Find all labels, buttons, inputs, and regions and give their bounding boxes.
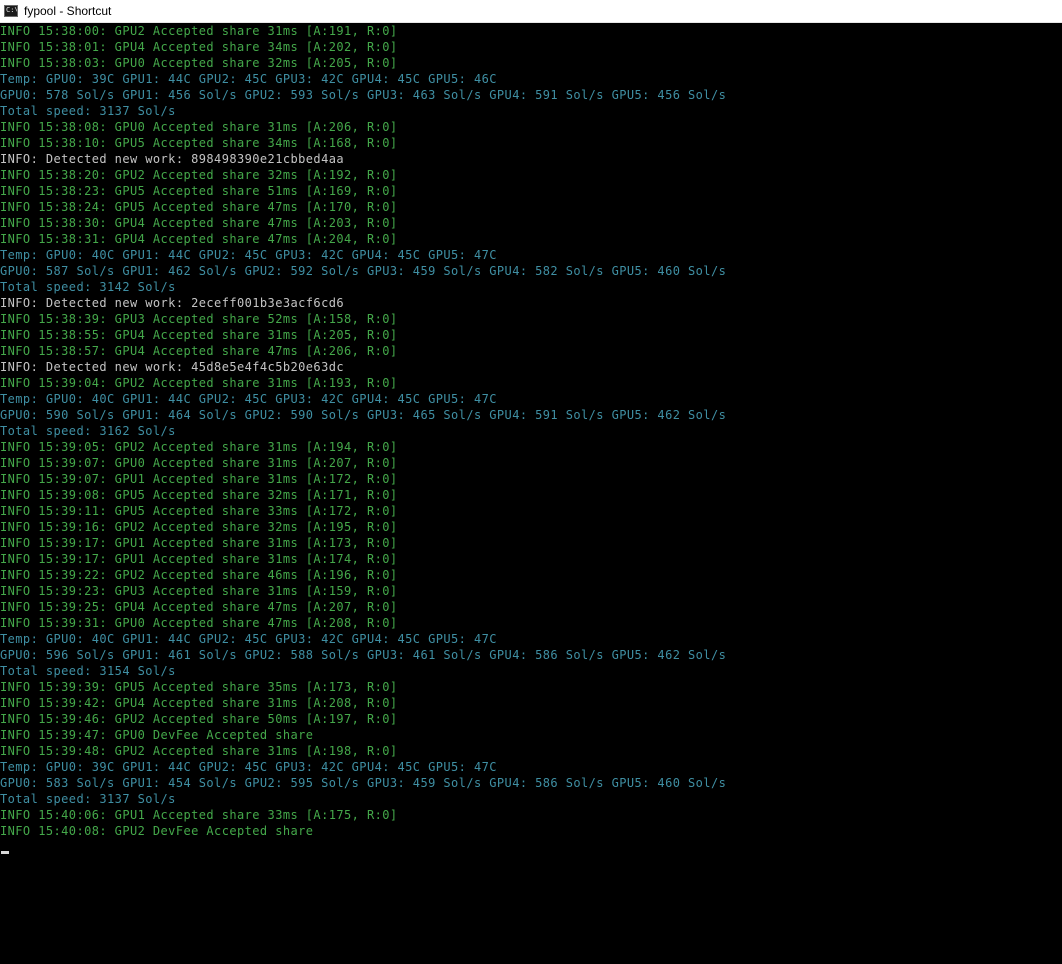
log-line-share: INFO 15:39:17: GPU1 Accepted share 31ms … xyxy=(0,536,398,550)
text-cursor xyxy=(1,851,9,854)
log-line-new-work: INFO: Detected new work: 45d8e5e4f4c5b20… xyxy=(0,360,345,374)
log-line-share: INFO 15:39:25: GPU4 Accepted share 47ms … xyxy=(0,600,398,614)
log-line-stats: Temp: GPU0: 40C GPU1: 44C GPU2: 45C GPU3… xyxy=(0,632,497,646)
log-line-share: INFO 15:38:20: GPU2 Accepted share 32ms … xyxy=(0,168,398,182)
log-line-share: INFO 15:38:00: GPU2 Accepted share 31ms … xyxy=(0,24,398,38)
log-line-new-work: INFO: Detected new work: 2eceff001b3e3ac… xyxy=(0,296,345,310)
console-output[interactable]: INFO 15:38:00: GPU2 Accepted share 31ms … xyxy=(0,23,1062,964)
log-lines: INFO 15:38:00: GPU2 Accepted share 31ms … xyxy=(0,23,1062,839)
log-line-share: INFO 15:38:10: GPU5 Accepted share 34ms … xyxy=(0,136,398,150)
log-line-stats: Total speed: 3142 Sol/s xyxy=(0,280,176,294)
log-line-share: INFO 15:38:23: GPU5 Accepted share 51ms … xyxy=(0,184,398,198)
log-line-share: INFO 15:38:57: GPU4 Accepted share 47ms … xyxy=(0,344,398,358)
log-line-share: INFO 15:39:22: GPU2 Accepted share 46ms … xyxy=(0,568,398,582)
log-line-share: INFO 15:39:47: GPU0 DevFee Accepted shar… xyxy=(0,728,314,742)
console-icon: C:\ xyxy=(4,5,18,17)
log-line-stats: Temp: GPU0: 40C GPU1: 44C GPU2: 45C GPU3… xyxy=(0,248,497,262)
log-line-share: INFO 15:38:39: GPU3 Accepted share 52ms … xyxy=(0,312,398,326)
log-line-share: INFO 15:38:30: GPU4 Accepted share 47ms … xyxy=(0,216,398,230)
log-line-stats: Total speed: 3162 Sol/s xyxy=(0,424,176,438)
log-line-stats: GPU0: 590 Sol/s GPU1: 464 Sol/s GPU2: 59… xyxy=(0,408,727,422)
log-line-stats: Temp: GPU0: 39C GPU1: 44C GPU2: 45C GPU3… xyxy=(0,72,497,86)
log-line-share: INFO 15:39:05: GPU2 Accepted share 31ms … xyxy=(0,440,398,454)
log-line-share: INFO 15:38:01: GPU4 Accepted share 34ms … xyxy=(0,40,398,54)
log-line-share: INFO 15:39:17: GPU1 Accepted share 31ms … xyxy=(0,552,398,566)
log-line-share: INFO 15:40:08: GPU2 DevFee Accepted shar… xyxy=(0,824,314,838)
log-line-stats: Total speed: 3137 Sol/s xyxy=(0,104,176,118)
log-line-share: INFO 15:39:07: GPU1 Accepted share 31ms … xyxy=(0,472,398,486)
log-line-share: INFO 15:39:11: GPU5 Accepted share 33ms … xyxy=(0,504,398,518)
log-line-stats: Total speed: 3137 Sol/s xyxy=(0,792,176,806)
log-line-share: INFO 15:38:08: GPU0 Accepted share 31ms … xyxy=(0,120,398,134)
log-line-share: INFO 15:39:31: GPU0 Accepted share 47ms … xyxy=(0,616,398,630)
log-line-stats: GPU0: 587 Sol/s GPU1: 462 Sol/s GPU2: 59… xyxy=(0,264,727,278)
window-title: fypool - Shortcut xyxy=(24,3,112,18)
log-line-stats: GPU0: 583 Sol/s GPU1: 454 Sol/s GPU2: 59… xyxy=(0,776,727,790)
log-line-share: INFO 15:39:23: GPU3 Accepted share 31ms … xyxy=(0,584,398,598)
log-line-share: INFO 15:39:04: GPU2 Accepted share 31ms … xyxy=(0,376,398,390)
log-line-stats: Total speed: 3154 Sol/s xyxy=(0,664,176,678)
log-line-stats: Temp: GPU0: 39C GPU1: 44C GPU2: 45C GPU3… xyxy=(0,760,497,774)
log-line-share: INFO 15:39:42: GPU4 Accepted share 31ms … xyxy=(0,696,398,710)
console-window: C:\ fypool - Shortcut INFO 15:38:00: GPU… xyxy=(0,0,1062,964)
log-line-share: INFO 15:39:46: GPU2 Accepted share 50ms … xyxy=(0,712,398,726)
log-line-share: INFO 15:39:16: GPU2 Accepted share 32ms … xyxy=(0,520,398,534)
log-line-share: INFO 15:38:03: GPU0 Accepted share 32ms … xyxy=(0,56,398,70)
log-line-stats: GPU0: 578 Sol/s GPU1: 456 Sol/s GPU2: 59… xyxy=(0,88,727,102)
log-line-new-work: INFO: Detected new work: 898498390e21cbb… xyxy=(0,152,345,166)
log-line-share: INFO 15:40:06: GPU1 Accepted share 33ms … xyxy=(0,808,398,822)
log-line-share: INFO 15:38:24: GPU5 Accepted share 47ms … xyxy=(0,200,398,214)
title-bar[interactable]: C:\ fypool - Shortcut xyxy=(0,0,1062,23)
log-line-stats: Temp: GPU0: 40C GPU1: 44C GPU2: 45C GPU3… xyxy=(0,392,497,406)
log-line-share: INFO 15:39:08: GPU5 Accepted share 32ms … xyxy=(0,488,398,502)
log-line-share: INFO 15:38:31: GPU4 Accepted share 47ms … xyxy=(0,232,398,246)
log-line-share: INFO 15:39:07: GPU0 Accepted share 31ms … xyxy=(0,456,398,470)
log-line-share: INFO 15:39:39: GPU5 Accepted share 35ms … xyxy=(0,680,398,694)
log-line-share: INFO 15:39:48: GPU2 Accepted share 31ms … xyxy=(0,744,398,758)
log-line-share: INFO 15:38:55: GPU4 Accepted share 31ms … xyxy=(0,328,398,342)
log-line-stats: GPU0: 596 Sol/s GPU1: 461 Sol/s GPU2: 58… xyxy=(0,648,727,662)
